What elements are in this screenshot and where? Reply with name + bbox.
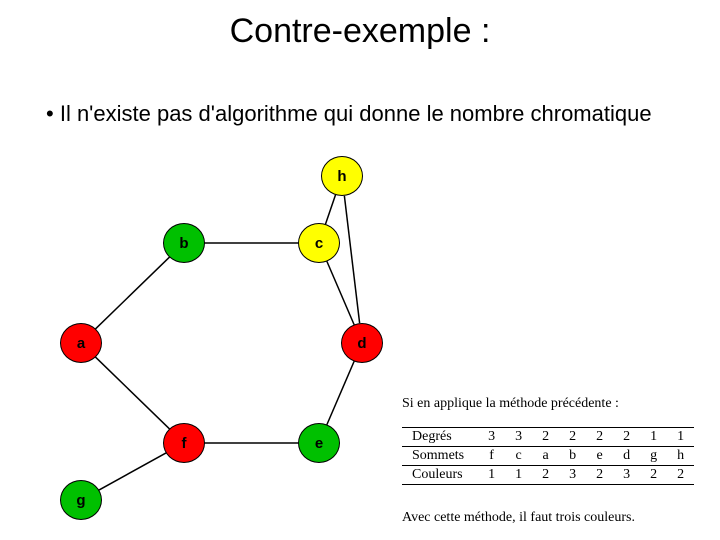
node-h: h — [321, 156, 363, 196]
cell: g — [640, 447, 667, 466]
cell: b — [559, 447, 586, 466]
cell: 2 — [586, 466, 613, 485]
table-row: Degrés 3 3 2 2 2 2 1 1 — [402, 428, 694, 447]
cell: 2 — [532, 428, 559, 447]
cell: h — [667, 447, 694, 466]
cell: c — [505, 447, 532, 466]
cell: e — [586, 447, 613, 466]
edge-c-d — [327, 261, 354, 324]
cell: 3 — [505, 428, 532, 447]
node-f: f — [163, 423, 205, 463]
edge-f-g — [98, 453, 166, 491]
cell: 3 — [559, 466, 586, 485]
node-d: d — [341, 323, 383, 363]
cell: 2 — [586, 428, 613, 447]
bullet-text: Il n'existe pas d'algorithme qui donne l… — [46, 100, 676, 128]
table-caption-top: Si en applique la méthode précédente : — [402, 396, 619, 412]
cell: 1 — [640, 428, 667, 447]
cell: 3 — [478, 428, 505, 447]
table-row: Sommets f c a b e d g h — [402, 447, 694, 466]
edge-b-a — [95, 257, 169, 329]
node-c: c — [298, 223, 340, 263]
cell: d — [613, 447, 640, 466]
edge-a-f — [95, 357, 169, 429]
method-table: Degrés 3 3 2 2 2 2 1 1 Sommets f c a b e… — [402, 427, 694, 485]
cell: 2 — [559, 428, 586, 447]
cell: a — [532, 447, 559, 466]
table-caption-bottom: Avec cette méthode, il faut trois couleu… — [402, 510, 635, 526]
cell: f — [478, 447, 505, 466]
edge-h-c — [325, 195, 335, 224]
node-a: a — [60, 323, 102, 363]
cell: 1 — [478, 466, 505, 485]
cell: 2 — [640, 466, 667, 485]
edge-h-d — [344, 196, 359, 323]
node-b: b — [163, 223, 205, 263]
graph-diagram: h b c a d f e g — [30, 150, 430, 520]
edge-d-e — [327, 361, 354, 424]
node-g: g — [60, 480, 102, 520]
cell: 3 — [613, 466, 640, 485]
slide-title: Contre-exemple : — [0, 12, 720, 51]
cell: 1 — [667, 428, 694, 447]
row-label: Degrés — [402, 428, 478, 447]
row-label: Couleurs — [402, 466, 478, 485]
node-e: e — [298, 423, 340, 463]
table-row: Couleurs 1 1 2 3 2 3 2 2 — [402, 466, 694, 485]
cell: 1 — [505, 466, 532, 485]
cell: 2 — [613, 428, 640, 447]
cell: 2 — [532, 466, 559, 485]
cell: 2 — [667, 466, 694, 485]
row-label: Sommets — [402, 447, 478, 466]
